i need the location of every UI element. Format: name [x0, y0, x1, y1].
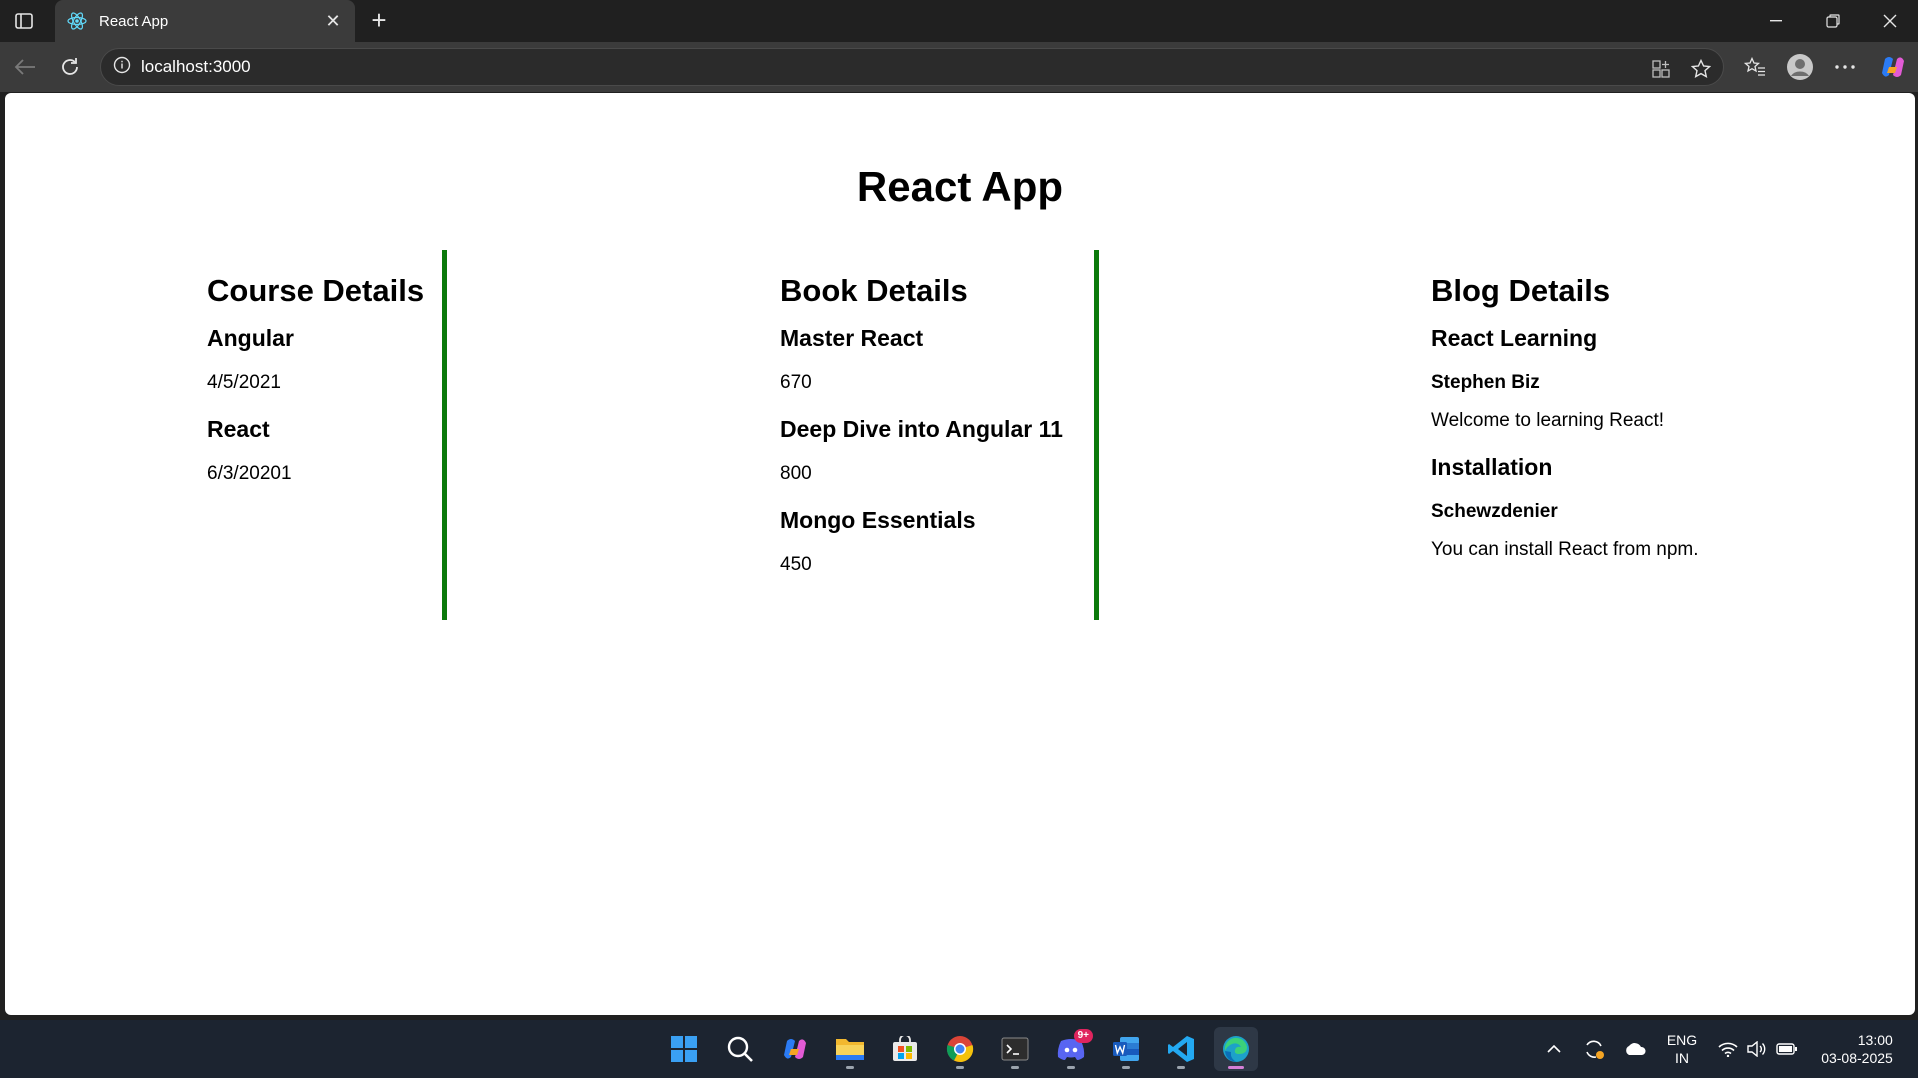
chrome-icon[interactable] — [938, 1027, 982, 1071]
region-label: IN — [1675, 1050, 1689, 1066]
file-explorer-icon[interactable] — [828, 1027, 872, 1071]
discord-icon[interactable]: 9+ — [1049, 1027, 1093, 1071]
language-indicator[interactable]: ENG IN — [1660, 1020, 1704, 1078]
language-label: ENG — [1666, 1032, 1698, 1048]
running-indicator — [1067, 1066, 1075, 1069]
book-details-heading: Book Details — [780, 273, 968, 308]
chevron-up-icon[interactable] — [1542, 1020, 1566, 1078]
course-details-section: Course Details Angular 4/5/2021 React 6/… — [207, 273, 424, 507]
running-indicator — [1177, 1066, 1185, 1069]
tab-title: React App — [99, 12, 169, 30]
browser-toolbar: localhost:3000 — [0, 42, 1918, 92]
section-divider — [1094, 250, 1099, 620]
minimize-icon[interactable] — [1748, 0, 1804, 42]
clock[interactable]: 13:00 03-08-2025 — [1812, 1020, 1902, 1078]
running-indicator — [1011, 1066, 1019, 1069]
book-price: 800 — [780, 463, 812, 484]
windows-taskbar: 9+ ENG IN 13:00 03-08-2025 — [0, 1020, 1918, 1078]
url-text: localhost:3000 — [141, 57, 251, 76]
blog-details-heading: Blog Details — [1431, 273, 1611, 308]
clock-date: 03-08-2025 — [1821, 1050, 1893, 1066]
discord-notification-badge: 9+ — [1073, 1029, 1093, 1043]
book-name: Master React — [780, 325, 924, 351]
blog-title: Installation — [1431, 454, 1553, 480]
browser-titlebar: React App ✕ + — [0, 0, 1918, 42]
section-divider — [442, 250, 447, 620]
wifi-icon[interactable] — [1715, 1020, 1741, 1078]
blog-title: React Learning — [1431, 325, 1598, 351]
close-window-icon[interactable] — [1862, 0, 1918, 42]
active-indicator — [1228, 1066, 1244, 1069]
site-info-icon[interactable] — [113, 56, 131, 79]
book-price: 670 — [780, 372, 812, 393]
copilot-icon[interactable] — [1878, 52, 1908, 82]
battery-icon[interactable] — [1774, 1020, 1800, 1078]
book-details-section: Book Details Master React 670 Deep Dive … — [780, 273, 1063, 598]
edge-icon[interactable] — [1214, 1027, 1258, 1071]
windows-start-icon[interactable] — [662, 1027, 706, 1071]
clock-time: 13:00 — [1857, 1032, 1893, 1048]
blog-details-section: Blog Details React Learning Stephen Biz … — [1431, 273, 1699, 583]
close-tab-icon[interactable]: ✕ — [323, 11, 343, 32]
book-price: 450 — [780, 554, 812, 575]
profile-avatar-icon[interactable] — [1785, 52, 1815, 82]
microsoft-store-icon[interactable] — [883, 1027, 927, 1071]
running-indicator — [956, 1066, 964, 1069]
restore-icon[interactable] — [1805, 0, 1861, 42]
course-name: React — [207, 416, 270, 442]
sync-icon[interactable] — [1580, 1020, 1608, 1078]
react-logo-icon — [67, 11, 87, 31]
onedrive-cloud-icon[interactable] — [1620, 1020, 1650, 1078]
course-date: 4/5/2021 — [207, 372, 281, 393]
course-date: 6/3/20201 — [207, 463, 292, 484]
word-icon[interactable] — [1104, 1027, 1148, 1071]
blog-content: You can install React from npm. — [1431, 539, 1699, 560]
running-indicator — [1122, 1066, 1130, 1069]
terminal-icon[interactable] — [993, 1027, 1037, 1071]
tab-actions-icon[interactable] — [10, 8, 38, 34]
page-viewport: React App Course Details Angular 4/5/202… — [5, 93, 1915, 1015]
vscode-icon[interactable] — [1159, 1027, 1203, 1071]
page-title: React App — [856, 163, 1064, 210]
browser-tab-active[interactable]: React App ✕ — [55, 0, 355, 42]
book-name: Deep Dive into Angular 11 — [780, 416, 1063, 442]
book-name: Mongo Essentials — [780, 507, 976, 533]
refresh-icon[interactable] — [55, 52, 85, 82]
more-options-icon[interactable] — [1830, 52, 1860, 82]
favorites-icon[interactable] — [1740, 52, 1770, 82]
course-name: Angular — [207, 325, 294, 351]
new-tab-button[interactable]: + — [364, 6, 394, 36]
app-available-icon[interactable] — [1650, 58, 1672, 80]
blog-content: Welcome to learning React! — [1431, 410, 1665, 431]
running-indicator — [846, 1066, 854, 1069]
favorite-star-icon[interactable] — [1690, 58, 1712, 80]
back-arrow-icon[interactable] — [10, 52, 40, 82]
blog-author: Stephen Biz — [1431, 372, 1540, 393]
search-icon[interactable] — [718, 1027, 762, 1071]
address-bar[interactable]: localhost:3000 — [100, 48, 1724, 86]
copilot-app-icon[interactable] — [773, 1027, 817, 1071]
course-details-heading: Course Details — [207, 273, 425, 308]
volume-icon[interactable] — [1744, 1020, 1770, 1078]
blog-author: Schewzdenier — [1431, 501, 1558, 522]
